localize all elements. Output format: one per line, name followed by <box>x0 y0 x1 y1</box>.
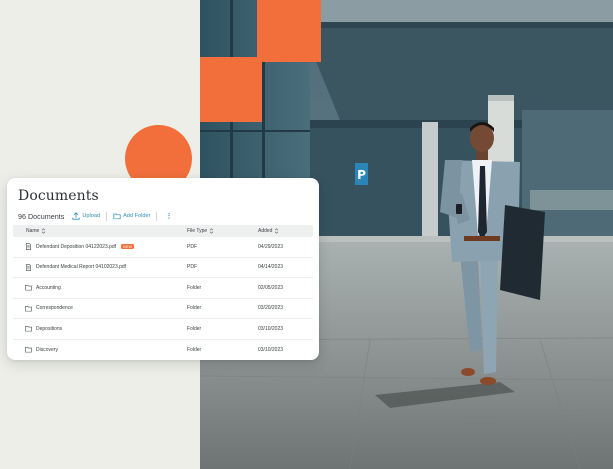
add-folder-label: Add Folder <box>123 213 151 219</box>
table-row[interactable]: Correspondence Folder 03/20/2023 <box>13 299 313 319</box>
column-header-name-label: Name <box>26 228 40 234</box>
column-header-file-type[interactable]: File Type <box>187 228 214 234</box>
row-name-cell: Depositions <box>25 325 62 332</box>
row-added-date: 03/10/2023 <box>258 346 284 353</box>
row-added-date: 03/20/2023 <box>258 305 284 312</box>
table-header: Name File Type Added <box>13 225 313 237</box>
table-row[interactable]: Discovery Folder 03/10/2023 <box>13 340 313 361</box>
row-name-cell: Discovery <box>25 346 58 353</box>
row-file-type: Folder <box>187 284 202 291</box>
row-name: Defendant Medical Report 04102023.pdf <box>36 264 127 271</box>
documents-title: Documents <box>18 188 99 204</box>
folder-plus-icon <box>113 213 121 220</box>
documents-panel: Documents 96 Documents Upload Add Folder… <box>7 178 319 360</box>
parking-sign-letter: P <box>357 168 366 182</box>
folder-icon <box>25 305 32 312</box>
kebab-vertical-icon[interactable]: ⋮ <box>165 212 172 220</box>
row-name: Discovery <box>36 346 58 353</box>
row-name-cell: Defendant Deposition 04122023.pdf NEW <box>25 243 135 251</box>
row-name-cell: Defendant Medical Report 04102023.pdf <box>25 263 127 271</box>
orange-brand-shape <box>200 0 321 122</box>
row-added-date: 02/05/2023 <box>258 284 284 291</box>
folder-icon <box>25 347 32 353</box>
add-folder-button[interactable]: Add Folder <box>113 212 150 220</box>
table-row[interactable]: Depositions Folder 03/10/2023 <box>13 319 313 340</box>
table-row[interactable]: Defendant Medical Report 04102023.pdf PD… <box>13 258 313 278</box>
sort-icon <box>275 228 279 234</box>
row-name: Correspondence <box>36 305 73 312</box>
row-added-date: 03/10/2023 <box>258 325 284 332</box>
toolbar-divider <box>156 211 158 221</box>
column-header-added[interactable]: Added <box>258 228 279 234</box>
row-file-type: PDF <box>187 243 197 250</box>
upload-button[interactable]: Upload <box>72 212 100 220</box>
upload-label: Upload <box>82 213 101 219</box>
row-name-cell: Correspondence <box>25 305 73 312</box>
row-added-date: 04/14/2023 <box>258 264 284 271</box>
toolbar-divider <box>106 211 108 221</box>
folder-icon <box>25 326 32 332</box>
row-file-type: Folder <box>187 346 202 353</box>
pdf-file-icon <box>26 263 31 271</box>
row-name: Accounting <box>36 284 61 291</box>
column-header-file-type-label: File Type <box>187 228 208 234</box>
row-name-cell: Accounting <box>25 284 61 291</box>
documents-toolbar: 96 Documents Upload Add Folder ⋮ <box>18 210 309 222</box>
column-header-added-label: Added <box>258 228 273 234</box>
sort-icon <box>209 228 214 234</box>
pdf-file-icon <box>26 243 31 251</box>
table-row[interactable]: Accounting Folder 02/05/2023 <box>13 278 313 299</box>
documents-table-body: Defendant Deposition 04122023.pdf NEW PD… <box>13 237 313 360</box>
row-file-type: PDF <box>187 264 197 271</box>
upload-icon <box>72 212 80 220</box>
row-file-type: Folder <box>187 325 202 332</box>
row-name: Defendant Deposition 04122023.pdf <box>36 243 117 250</box>
row-name: Depositions <box>36 325 63 332</box>
table-row[interactable]: Defendant Deposition 04122023.pdf NEW PD… <box>13 237 313 258</box>
sort-icon <box>42 228 46 234</box>
row-added-date: 04/29/2023 <box>258 243 284 250</box>
new-badge: NEW <box>121 244 135 250</box>
document-count: 96 Documents <box>18 211 65 221</box>
column-header-name[interactable]: Name <box>26 228 46 234</box>
row-file-type: Folder <box>187 305 202 312</box>
folder-icon <box>25 285 32 291</box>
